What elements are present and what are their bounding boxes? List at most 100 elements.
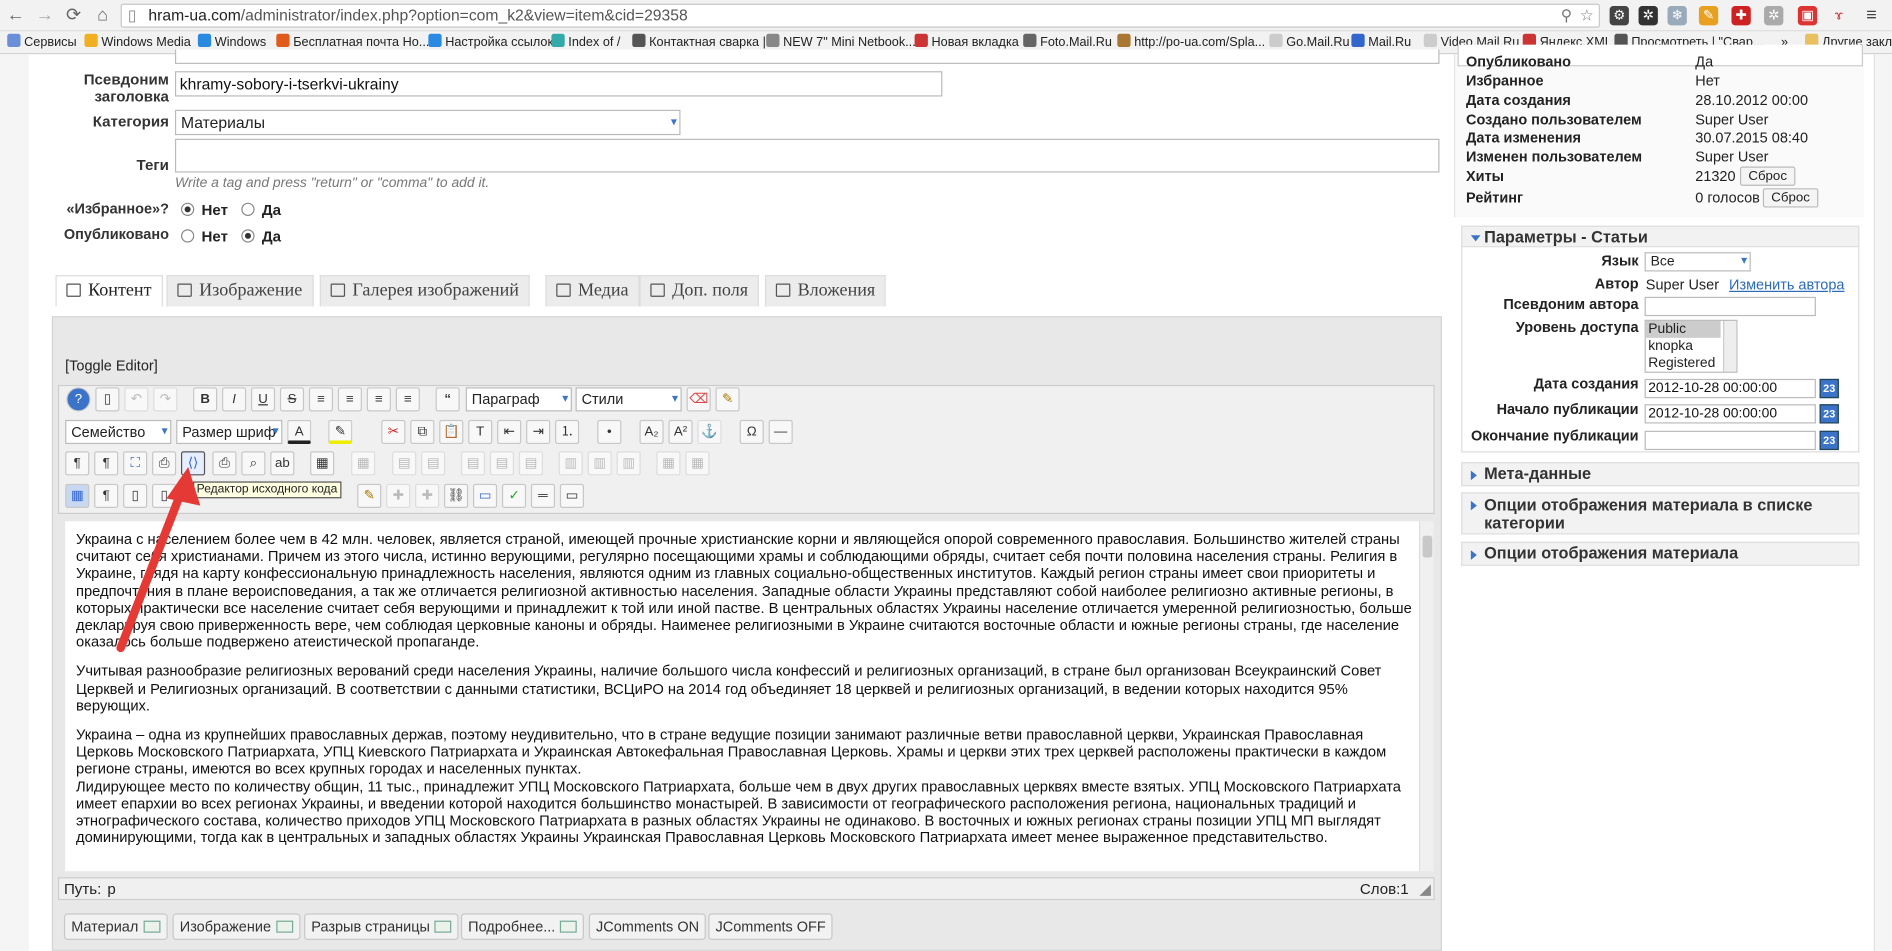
category-select[interactable]: Материалы <box>174 109 681 136</box>
path-value[interactable]: p <box>107 880 115 901</box>
text-color-icon[interactable]: A <box>287 419 312 445</box>
font-family-select[interactable]: Семейство <box>65 419 172 445</box>
listbox-scrollbar[interactable] <box>1723 320 1737 372</box>
row-delete-icon[interactable]: ▤ <box>489 451 515 476</box>
page-break-button[interactable]: Разрыв страницы <box>304 913 459 940</box>
subscript-icon[interactable]: A₂ <box>639 419 664 445</box>
reload-icon[interactable]: ⟳ <box>63 5 85 27</box>
bookmark-item[interactable]: Windows Media <box>84 33 191 51</box>
reset-hits-button[interactable]: Сброс <box>1739 166 1796 186</box>
editor-content[interactable]: Украина с населением более чем в 42 млн.… <box>65 521 1422 872</box>
snowflake-icon[interactable]: ❄ <box>1667 6 1687 26</box>
eraser-icon[interactable]: ⌫ <box>686 387 711 412</box>
insert-image-button[interactable]: Изображение <box>172 913 300 940</box>
resize-handle-icon[interactable]: ◢ <box>1419 880 1431 901</box>
zoom-icon[interactable]: ⚲ <box>1561 5 1573 27</box>
redo-icon[interactable]: ↷ <box>153 387 178 412</box>
radio-icon[interactable] <box>241 202 255 216</box>
special-char-icon[interactable]: Ω <box>739 419 764 445</box>
reset-rating-button[interactable]: Сброс <box>1762 188 1819 208</box>
bookmark-item[interactable]: Foto.Mail.Ru <box>1023 33 1112 51</box>
align-right-icon[interactable]: ≡ <box>395 387 420 412</box>
extension-icon[interactable]: ▣ <box>1797 6 1818 26</box>
bookmark-item[interactable]: Сервисы <box>7 33 77 51</box>
bookmark-item[interactable]: Mail.Ru <box>1351 33 1411 51</box>
superscript-icon[interactable]: A² <box>668 419 693 445</box>
row-before-icon[interactable]: ▤ <box>392 451 417 476</box>
calendar-icon[interactable]: 23 <box>1819 430 1839 451</box>
publish-down-input[interactable] <box>1644 430 1816 451</box>
merge-cells-icon[interactable]: ▦ <box>685 451 710 476</box>
cut-icon[interactable]: ✂ <box>381 419 406 445</box>
readmore-button[interactable]: Подробнее... <box>460 913 585 940</box>
gear-icon[interactable]: ✲ <box>1638 6 1658 26</box>
insert-material-button[interactable]: Материал <box>63 913 168 940</box>
change-author-link[interactable]: Изменить автора <box>1729 276 1844 293</box>
help-icon[interactable]: ? <box>66 387 91 412</box>
copy-icon[interactable]: ⧉ <box>410 419 435 445</box>
scrollbar-thumb[interactable] <box>1422 535 1433 558</box>
extension-icon[interactable]: ⚙ <box>1609 6 1629 26</box>
edit-attributes-icon[interactable]: ✎ <box>357 483 382 508</box>
gear-icon[interactable]: ✲ <box>1764 6 1784 26</box>
radio-icon[interactable] <box>241 229 255 243</box>
highlight-icon[interactable]: ✎ <box>328 419 353 445</box>
insert-layer-icon[interactable]: ✚ <box>386 483 411 508</box>
image-insert-icon[interactable]: ▭ <box>472 483 498 508</box>
radio-icon[interactable] <box>180 202 195 216</box>
extension-icon[interactable]: ✎ <box>1698 6 1719 26</box>
bookmark-item[interactable]: Бесплатная почта Но... <box>276 33 429 51</box>
bookmark-item[interactable]: Настройка ссылок <box>428 33 553 51</box>
publish-up-input[interactable]: 2012-10-28 00:00:00 <box>1644 404 1816 424</box>
row-after-icon[interactable]: ▤ <box>421 451 446 476</box>
tab-content[interactable]: Контент <box>55 275 163 307</box>
tab-media[interactable]: Медиа <box>545 275 640 307</box>
params-section-header[interactable]: Параметры - Статьи <box>1461 225 1860 248</box>
italic-icon[interactable]: I <box>222 387 247 412</box>
bookmark-item[interactable]: Контактная сварка | <box>632 33 766 51</box>
outdent-icon[interactable]: ⇤ <box>497 419 522 445</box>
paste-text-icon[interactable]: T <box>468 419 493 445</box>
alias-input[interactable]: khramy-sobory-i-tserkvi-ukrainy <box>174 71 943 97</box>
anchor-icon[interactable]: ⚓ <box>697 419 722 445</box>
published-no-option[interactable]: Нет <box>180 228 228 245</box>
list-options-section-header[interactable]: Опции отображения материала в списке кат… <box>1461 492 1860 535</box>
calendar-icon[interactable]: 23 <box>1819 404 1839 424</box>
toggle-editor-link[interactable]: [Toggle Editor] <box>65 357 158 374</box>
undo-icon[interactable]: ↶ <box>124 387 149 412</box>
numbered-list-icon[interactable]: ⒈ <box>555 419 580 445</box>
row-delete-icon[interactable]: ▤ <box>518 451 543 476</box>
jcomments-on-button[interactable]: JComments ON <box>588 913 707 940</box>
broom-icon[interactable]: ✎ <box>715 387 740 412</box>
row-props-icon[interactable]: ▤ <box>460 451 486 476</box>
split-cells-icon[interactable]: ▦ <box>656 451 681 476</box>
pagebreak-icon[interactable]: ═ <box>530 483 556 508</box>
bookmark-item[interactable]: Новая вкладка <box>914 33 1019 51</box>
radio-icon[interactable] <box>180 229 195 243</box>
bookmark-item[interactable]: Go.Mail.Ru <box>1269 33 1350 51</box>
col-after-icon[interactable]: ▥ <box>587 451 612 476</box>
link-icon[interactable]: ⛓ <box>444 483 469 508</box>
tab-image[interactable]: Изображение <box>166 275 314 307</box>
tags-input[interactable] <box>174 138 1440 173</box>
back-icon[interactable]: ← <box>5 5 27 27</box>
jcomments-off-button[interactable]: JComments OFF <box>708 913 833 940</box>
extension-icon[interactable]: ✚ <box>1731 6 1751 26</box>
tab-extra-fields[interactable]: Доп. поля <box>639 275 759 307</box>
editor-scrollbar[interactable] <box>1418 521 1434 872</box>
col-before-icon[interactable]: ▥ <box>558 451 583 476</box>
indent-icon[interactable]: ⇥ <box>526 419 551 445</box>
new-document-icon[interactable]: ▯ <box>95 387 120 412</box>
print-icon[interactable]: ⎙ <box>212 451 237 476</box>
lang-select[interactable]: Все <box>1644 252 1751 272</box>
paste-icon[interactable]: 📋 <box>439 419 464 445</box>
featured-no-option[interactable]: Нет <box>180 202 228 218</box>
align-center-icon[interactable]: ≡ <box>337 387 362 412</box>
display-options-section-header[interactable]: Опции отображения материала <box>1461 541 1860 566</box>
underline-icon[interactable]: U <box>250 387 276 412</box>
title-input[interactable] <box>174 49 1440 64</box>
featured-yes-option[interactable]: Да <box>241 202 281 218</box>
visual-aid-icon[interactable]: ▦ <box>65 483 90 508</box>
align-justify-icon[interactable]: ≡ <box>308 387 334 412</box>
bookmark-item[interactable]: Index of / <box>551 33 620 51</box>
